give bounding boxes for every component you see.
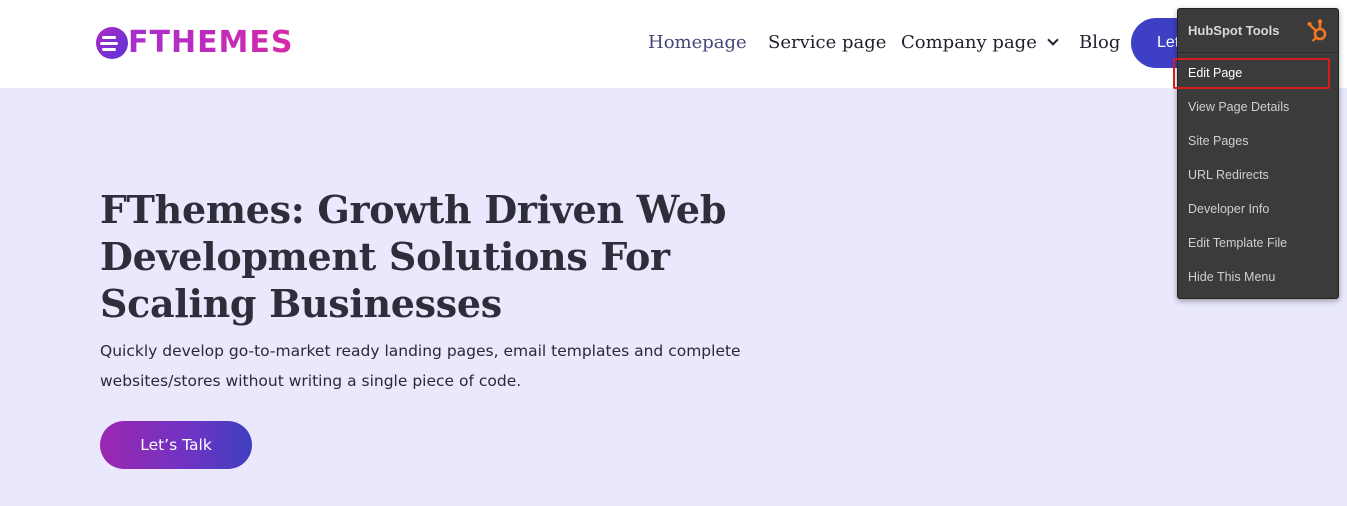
nav-item-company-page-label: Company page xyxy=(901,32,1037,53)
chevron-down-icon xyxy=(1047,34,1059,46)
logo-mark-icon xyxy=(96,27,128,59)
hero-subtitle: Quickly develop go-to-market ready landi… xyxy=(100,342,741,390)
site-logo[interactable]: FTHEMES xyxy=(96,26,294,60)
hubspot-tools-header[interactable]: HubSpot Tools xyxy=(1178,9,1338,53)
site-header: FTHEMES Homepage Service page Company pa… xyxy=(0,0,1347,88)
lets-talk-button[interactable]: Let’s Talk xyxy=(100,421,252,469)
nav-item-service-page[interactable]: Service page xyxy=(768,30,886,56)
nav-item-blog[interactable]: Blog xyxy=(1079,30,1120,56)
hubspot-sprocket-icon xyxy=(1307,19,1327,42)
logo-text: FTHEMES xyxy=(128,25,294,60)
hubspot-tools-menu: HubSpot Tools Edit Page View Page Detail… xyxy=(1173,8,1339,299)
hubspot-menu-edit-template-file[interactable]: Edit Template File xyxy=(1188,236,1287,250)
nav-item-company-page[interactable]: Company page xyxy=(901,30,1059,56)
hubspot-tools-title: HubSpot Tools xyxy=(1188,23,1280,38)
hubspot-menu-site-pages[interactable]: Site Pages xyxy=(1188,134,1248,148)
nav-item-homepage[interactable]: Homepage xyxy=(648,30,747,56)
hubspot-menu-view-page-details[interactable]: View Page Details xyxy=(1188,100,1289,114)
hubspot-menu-edit-page[interactable]: Edit Page xyxy=(1188,66,1242,80)
hero-title: FThemes: Growth Driven Web Development S… xyxy=(100,187,727,326)
hubspot-menu-developer-info[interactable]: Developer Info xyxy=(1188,202,1269,216)
hubspot-menu-hide-this-menu[interactable]: Hide This Menu xyxy=(1188,270,1275,284)
hubspot-menu-url-redirects[interactable]: URL Redirects xyxy=(1188,168,1269,182)
